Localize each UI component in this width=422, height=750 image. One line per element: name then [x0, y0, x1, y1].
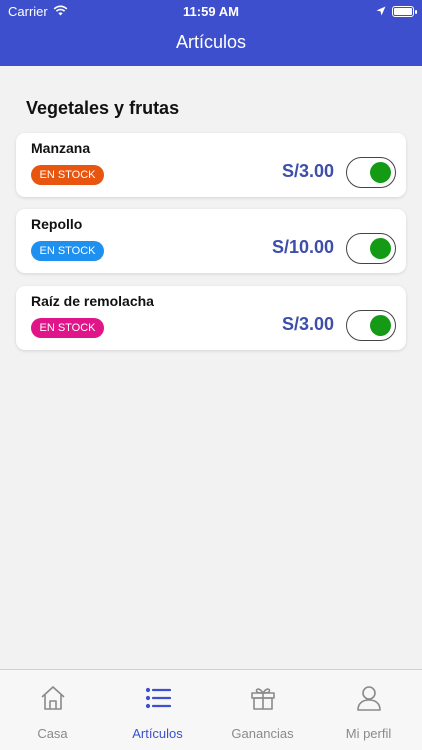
toggle-knob [370, 162, 391, 183]
item-price: S/3.00 [281, 314, 334, 334]
toggle-knob [370, 238, 391, 259]
page-title: Artículos [175, 32, 247, 52]
toggle-knob [370, 315, 391, 336]
tab-label: Mi perfil [345, 726, 392, 741]
section-title: Vegetales y frutas [26, 98, 180, 118]
availability-toggle[interactable] [346, 157, 396, 188]
stock-badge: EN STOCK [31, 165, 104, 185]
status-indicators [376, 4, 417, 19]
item-price: S/3.00 [281, 161, 334, 181]
availability-toggle[interactable] [346, 310, 396, 341]
tab-label: Ganancias [231, 726, 294, 741]
item-card-manzana[interactable]: Manzana EN STOCK S/3.00 [16, 133, 406, 197]
app-header: Carrier 11:59 AM Artículos [0, 0, 422, 66]
tab-casa[interactable]: Casa [0, 670, 105, 750]
user-icon [355, 684, 383, 717]
item-name: Raíz de remolacha [31, 293, 154, 309]
tab-ganancias[interactable]: Ganancias [210, 670, 315, 750]
tab-label: Artículos [132, 726, 183, 741]
item-card-repollo[interactable]: Repollo EN STOCK S/10.00 [16, 209, 406, 273]
availability-toggle[interactable] [346, 233, 396, 264]
list-icon [144, 684, 172, 717]
battery-icon [392, 6, 417, 17]
item-name: Repollo [31, 216, 83, 232]
home-icon [39, 684, 67, 717]
tab-mi-perfil[interactable]: Mi perfil [315, 670, 422, 750]
tab-label: Casa [37, 726, 68, 741]
status-bar: Carrier 11:59 AM [0, 0, 422, 22]
tab-bar: Casa Artículos Ganancias Mi perfil [0, 669, 422, 750]
item-card-raiz-de-remolacha[interactable]: Raíz de remolacha EN STOCK S/3.00 [16, 286, 406, 350]
item-price: S/10.00 [271, 237, 334, 257]
item-name: Manzana [31, 140, 91, 156]
tab-articulos[interactable]: Artículos [105, 670, 210, 750]
stock-badge: EN STOCK [31, 318, 104, 338]
gift-icon [249, 684, 277, 717]
status-time: 11:59 AM [183, 4, 239, 19]
stock-badge: EN STOCK [31, 241, 104, 261]
location-arrow-icon [376, 4, 386, 19]
